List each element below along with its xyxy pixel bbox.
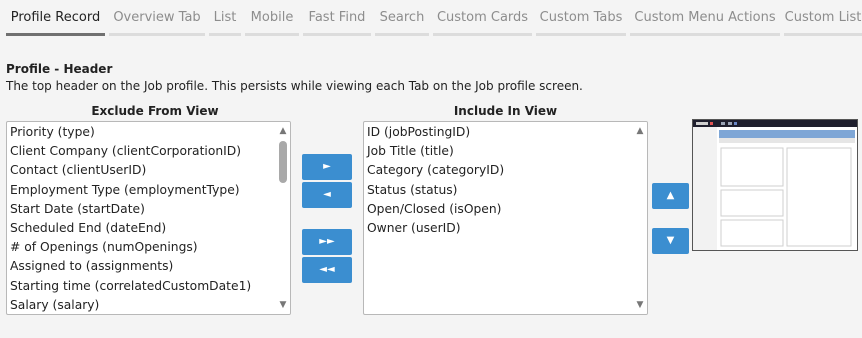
- include-item[interactable]: Category (categoryID): [364, 161, 633, 180]
- tab-list[interactable]: List: [209, 3, 241, 36]
- move-left-button[interactable]: ◄: [302, 182, 352, 208]
- include-item[interactable]: ID (jobPostingID): [364, 123, 633, 142]
- section-title: Profile - Header: [6, 62, 113, 76]
- tab-overview-tab[interactable]: Overview Tab: [109, 3, 205, 36]
- include-item[interactable]: Job Title (title): [364, 142, 633, 161]
- include-heading: Include In View: [453, 104, 558, 118]
- exclude-item[interactable]: Starting time (correlatedCustomDate1): [7, 277, 276, 296]
- tab-fast-find[interactable]: Fast Find: [303, 3, 371, 36]
- exclude-item[interactable]: Employment Type (employmentType): [7, 181, 276, 200]
- tab-profile-record[interactable]: Profile Record: [6, 3, 105, 36]
- include-listbox[interactable]: ID (jobPostingID) Job Title (title) Cate…: [363, 121, 648, 315]
- include-item[interactable]: Status (status): [364, 181, 633, 200]
- preview-card: [720, 147, 784, 187]
- tab-search[interactable]: Search: [375, 3, 429, 36]
- exclude-item[interactable]: Salary (salary): [7, 296, 276, 314]
- exclude-item[interactable]: Start Date (startDate): [7, 200, 276, 219]
- move-all-right-button[interactable]: ►►: [302, 229, 352, 255]
- exclude-scrollbar[interactable]: ▲ ▼: [276, 122, 290, 314]
- exclude-item[interactable]: Client Company (clientCorporationID): [7, 142, 276, 161]
- exclude-item[interactable]: Assigned to (assignments): [7, 257, 276, 276]
- exclude-item[interactable]: # of Openings (numOpenings): [7, 238, 276, 257]
- preview-card: [786, 147, 852, 247]
- move-all-left-button[interactable]: ◄◄: [302, 257, 352, 283]
- preview-sidebar: [693, 127, 717, 250]
- tab-custom-list[interactable]: Custom List: [784, 3, 862, 36]
- tab-mobile[interactable]: Mobile: [245, 3, 299, 36]
- include-item[interactable]: Open/Closed (isOpen): [364, 200, 633, 219]
- move-down-button[interactable]: ▼: [652, 228, 689, 254]
- scroll-down-icon[interactable]: ▼: [276, 298, 290, 312]
- move-up-button[interactable]: ▲: [652, 183, 689, 209]
- preview-badge: [710, 122, 713, 125]
- preview-header: [719, 130, 855, 138]
- include-scrollbar[interactable]: ▲ ▼: [633, 122, 647, 314]
- layout-preview-image: [692, 119, 858, 251]
- exclude-listbox[interactable]: Priority (type) Client Company (clientCo…: [6, 121, 291, 315]
- exclude-item[interactable]: Contact (clientUserID): [7, 161, 276, 180]
- move-right-button[interactable]: ►: [302, 154, 352, 180]
- preview-card: [720, 219, 784, 247]
- exclude-item[interactable]: Scheduled End (dateEnd): [7, 219, 276, 238]
- tab-custom-menu-actions[interactable]: Custom Menu Actions: [630, 3, 780, 36]
- tab-custom-tabs[interactable]: Custom Tabs: [536, 3, 626, 36]
- include-items: ID (jobPostingID) Job Title (title) Cate…: [364, 123, 633, 314]
- preview-topbar: [693, 120, 857, 127]
- include-item[interactable]: Owner (userID): [364, 219, 633, 238]
- scroll-up-icon[interactable]: ▲: [276, 124, 290, 138]
- tab-bar: Profile Record Overview Tab List Mobile …: [0, 0, 862, 36]
- scroll-up-icon[interactable]: ▲: [633, 124, 647, 138]
- exclude-items: Priority (type) Client Company (clientCo…: [7, 123, 276, 314]
- section-description: The top header on the Job profile. This …: [6, 79, 583, 93]
- preview-card: [720, 189, 784, 217]
- layout-preview-graphic: [693, 120, 857, 250]
- scroll-down-icon[interactable]: ▼: [633, 298, 647, 312]
- scroll-thumb[interactable]: [279, 141, 287, 183]
- tab-custom-cards[interactable]: Custom Cards: [433, 3, 532, 36]
- preview-logo: [696, 122, 708, 125]
- exclude-item[interactable]: Priority (type): [7, 123, 276, 142]
- exclude-heading: Exclude From View: [91, 104, 219, 118]
